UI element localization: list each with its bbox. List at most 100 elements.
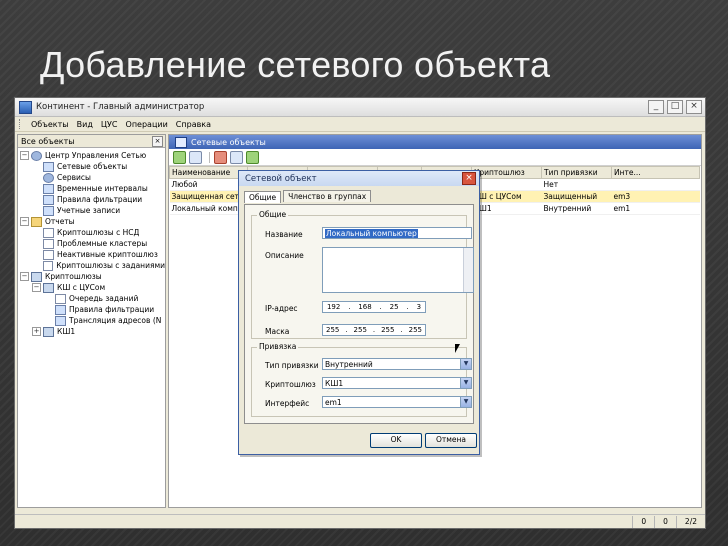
properties-icon[interactable]: [189, 150, 202, 164]
refresh-icon[interactable]: [246, 150, 259, 164]
mask-field[interactable]: 255. 255. 255. 255: [322, 324, 426, 336]
column-header[interactable]: Криптошлюз: [471, 166, 542, 179]
tree-node-label: Правила фильтрации: [69, 305, 155, 314]
delete-icon[interactable]: [214, 150, 227, 164]
tree-node[interactable]: Правила фильтрации: [18, 194, 165, 205]
tab-panel-general: Общие Название Локальный компьютер Описа…: [244, 204, 474, 424]
binding-type-select[interactable]: Внутренний ▼: [322, 358, 472, 370]
tree-node-label: Учетные записи: [57, 206, 121, 215]
expand-icon[interactable]: +: [32, 327, 41, 336]
tree-node[interactable]: Неактивные криптошлюз: [18, 249, 165, 260]
dialog-close-icon[interactable]: ×: [462, 172, 476, 185]
table-cell: Защищенный: [541, 190, 612, 203]
minimize-button[interactable]: _: [648, 100, 664, 114]
menu-help[interactable]: Справка: [172, 120, 215, 129]
maximize-button[interactable]: □: [667, 100, 683, 114]
mask-octet-2: 255: [353, 326, 367, 334]
group-general-label: Общие: [257, 210, 289, 219]
folder-icon: [31, 216, 42, 227]
description-scrollbar[interactable]: [463, 248, 473, 292]
tree-node[interactable]: Криптошлюзы с НСД: [18, 227, 165, 238]
network-icon: [175, 136, 187, 148]
mask-octet-4: 255: [408, 326, 422, 334]
tree-node[interactable]: − Центр Управления Сетью: [18, 150, 165, 161]
menu-grip: [19, 119, 23, 129]
tree-node[interactable]: Правила фильтрации: [18, 304, 165, 315]
collapse-icon[interactable]: −: [32, 283, 41, 292]
tree-node[interactable]: − Криптошлюзы: [18, 271, 165, 282]
doc-icon: [43, 227, 54, 238]
window-title: Континент - Главный администратор: [36, 102, 205, 112]
collapse-icon[interactable]: −: [20, 217, 29, 226]
column-header[interactable]: Инте...: [611, 166, 700, 179]
status-count-a: 0: [632, 515, 654, 528]
gear-icon: [43, 172, 54, 183]
tree-node-label: Очередь заданий: [69, 294, 139, 303]
filter-icon: [55, 304, 66, 315]
objects-pane-header: Сетевые объекты: [169, 135, 701, 149]
column-header[interactable]: Наименование: [169, 166, 248, 179]
close-pane-icon[interactable]: ×: [152, 135, 163, 147]
chevron-down-icon[interactable]: ▼: [460, 378, 471, 388]
add-icon[interactable]: [173, 150, 186, 164]
name-label: Название: [265, 230, 303, 239]
tree-node[interactable]: Учетные записи: [18, 205, 165, 216]
tab-group-membership[interactable]: Членство в группах: [283, 190, 372, 202]
menu-view[interactable]: Вид: [73, 120, 97, 129]
mouse-cursor-icon: [455, 344, 460, 353]
collapse-icon[interactable]: −: [20, 151, 29, 160]
tree-node[interactable]: Очередь заданий: [18, 293, 165, 304]
gateway-label: Криптошлюз: [265, 380, 316, 389]
tab-general[interactable]: Общие: [244, 191, 282, 203]
tree-node[interactable]: − Отчеты: [18, 216, 165, 227]
chevron-down-icon[interactable]: ▼: [460, 397, 471, 407]
ip-address-field[interactable]: 192. 168. 25. 3: [322, 301, 426, 313]
tree-pane-header: Все объекты ×: [18, 135, 165, 148]
tree-node-label: КШ с ЦУСом: [57, 283, 106, 292]
table-cell: Защищенная сеть К: [169, 190, 248, 203]
column-header[interactable]: Тип привязки: [541, 166, 612, 179]
users-icon: [43, 205, 54, 216]
ip-octet-3: 25: [389, 303, 399, 311]
collapse-icon[interactable]: −: [20, 272, 29, 281]
ok-button[interactable]: OK: [370, 433, 422, 448]
tree-node[interactable]: + КШ1: [18, 326, 165, 337]
cancel-button[interactable]: Отмена: [425, 433, 477, 448]
table-cell: КШ1: [471, 202, 542, 215]
copy-icon[interactable]: [230, 150, 243, 164]
tree-node-label: Правила фильтрации: [57, 195, 143, 204]
chevron-down-icon[interactable]: ▼: [460, 359, 471, 369]
menu-operations[interactable]: Операции: [122, 120, 172, 129]
gateway-select[interactable]: КШ1 ▼: [322, 377, 472, 389]
menu-objects[interactable]: Объекты: [27, 120, 73, 129]
menu-cus[interactable]: ЦУС: [97, 120, 122, 129]
tree-node-label: Сетевые объекты: [57, 162, 128, 171]
interface-select[interactable]: em1 ▼: [322, 396, 472, 408]
app-icon: [19, 100, 32, 114]
computer-icon: [43, 282, 54, 293]
tree-node[interactable]: Временные интервалы: [18, 183, 165, 194]
binding-type-value: Внутренний: [325, 360, 373, 369]
name-field[interactable]: Локальный компьютер: [322, 227, 472, 239]
tree-node[interactable]: Трансляция адресов (N: [18, 315, 165, 326]
ip-octet-4: 3: [416, 303, 422, 311]
nat-icon: [55, 315, 66, 326]
tree-node[interactable]: Сетевые объекты: [18, 161, 165, 172]
close-window-button[interactable]: ×: [686, 100, 702, 114]
tree-node[interactable]: Криптошлюзы с заданиями: [18, 260, 165, 271]
mask-octet-1: 255: [325, 326, 340, 334]
interface-value: em1: [325, 398, 342, 407]
tree-node[interactable]: Сервисы: [18, 172, 165, 183]
table-cell: em1: [611, 202, 700, 215]
tree-pane-title: Все объекты: [21, 136, 75, 146]
tree-node[interactable]: − КШ с ЦУСом: [18, 282, 165, 293]
tree-node[interactable]: Проблемные кластеры: [18, 238, 165, 249]
description-field[interactable]: [322, 247, 474, 293]
